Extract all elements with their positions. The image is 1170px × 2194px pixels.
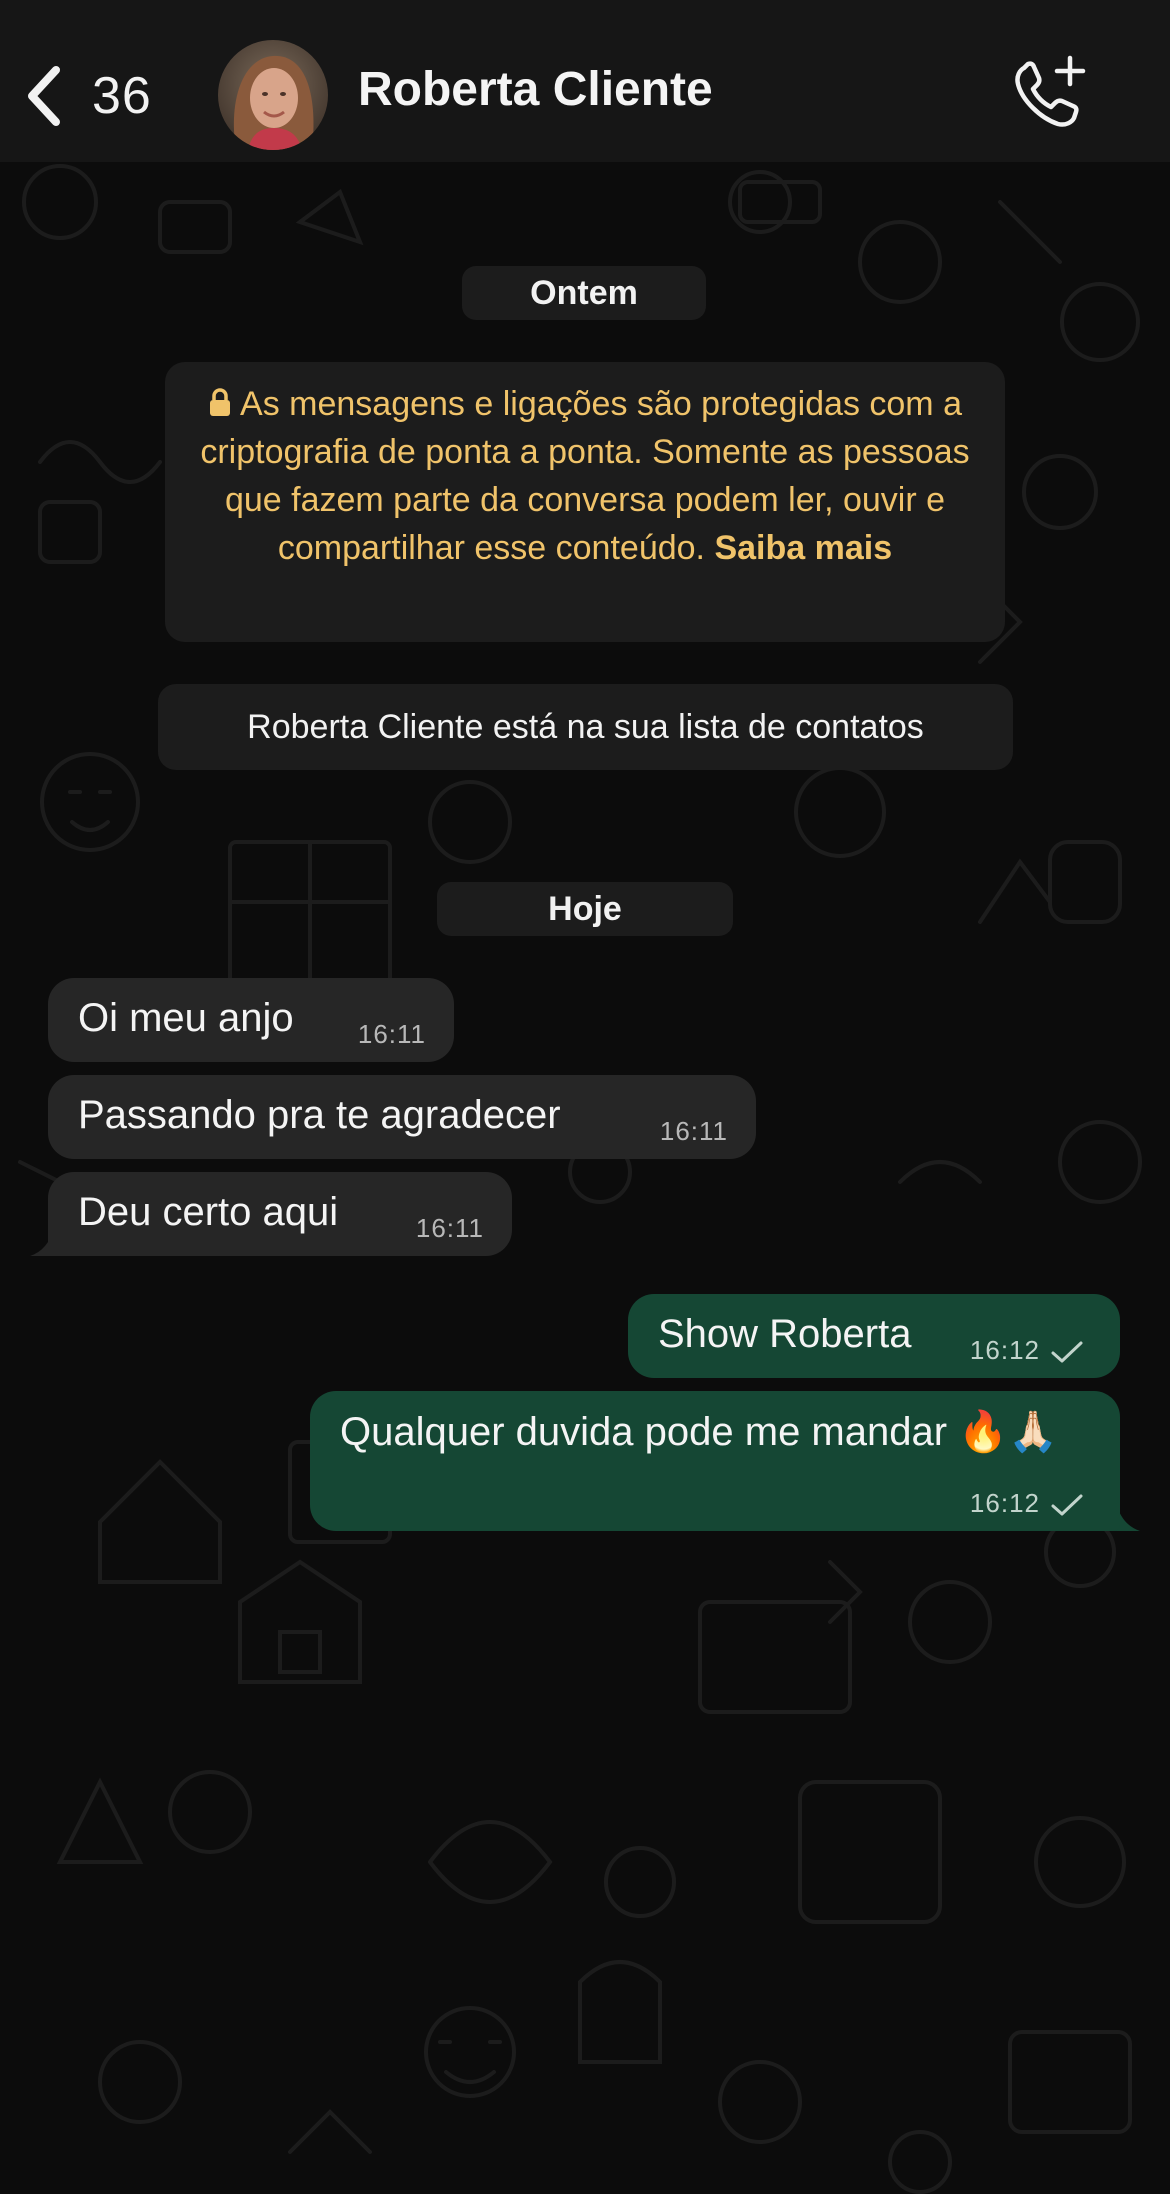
message-time: 16:11 [415, 1213, 484, 1243]
lock-icon [210, 388, 231, 416]
message-text: Show Roberta [658, 1312, 912, 1356]
message-time: 16:11 [659, 1116, 728, 1146]
message-text: Deu certo aqui [78, 1190, 339, 1234]
message-incoming[interactable]: Oi meu anjo 16:11 [48, 978, 454, 1062]
message-text: Oi meu anjo [78, 996, 294, 1040]
sent-check-icon [1051, 1341, 1083, 1363]
chevron-left-icon [28, 66, 60, 126]
unread-count: 36 [92, 67, 152, 125]
sent-check-icon [1051, 1494, 1083, 1516]
message-outgoing[interactable]: Show Roberta 16:12 [628, 1294, 1120, 1378]
message-incoming[interactable]: Passando pra te agradecer 16:11 [48, 1075, 756, 1159]
back-button[interactable]: 36 [22, 58, 172, 134]
message-time: 16:11 [357, 1019, 426, 1049]
phone-plus-icon [1015, 55, 1086, 127]
add-call-button[interactable] [1010, 54, 1090, 134]
date-separator-ontem: Ontem [462, 266, 706, 320]
contact-list-notice: Roberta Cliente está na sua lista de con… [158, 684, 1013, 770]
chat-area[interactable]: Ontem As mensagens e ligações são proteg… [0, 162, 1170, 2194]
message-incoming[interactable]: Deu certo aqui 16:11 [48, 1172, 512, 1256]
message-time: 16:12 [969, 1488, 1040, 1518]
date-separator-hoje: Hoje [437, 882, 733, 936]
chat-header: 36 Roberta Cliente [0, 0, 1170, 162]
learn-more-link[interactable]: Saiba mais [714, 529, 892, 567]
encryption-notice[interactable]: As mensagens e ligações são protegidas c… [165, 362, 1005, 642]
avatar[interactable] [218, 40, 328, 150]
message-text: Passando pra te agradecer [78, 1093, 561, 1137]
message-text: Qualquer duvida pode me mandar 🔥🙏🏻 [340, 1410, 1058, 1454]
message-time: 16:12 [969, 1335, 1040, 1365]
contact-name[interactable]: Roberta Cliente [358, 62, 713, 117]
message-outgoing[interactable]: Qualquer duvida pode me mandar 🔥🙏🏻 16:12 [310, 1391, 1120, 1531]
